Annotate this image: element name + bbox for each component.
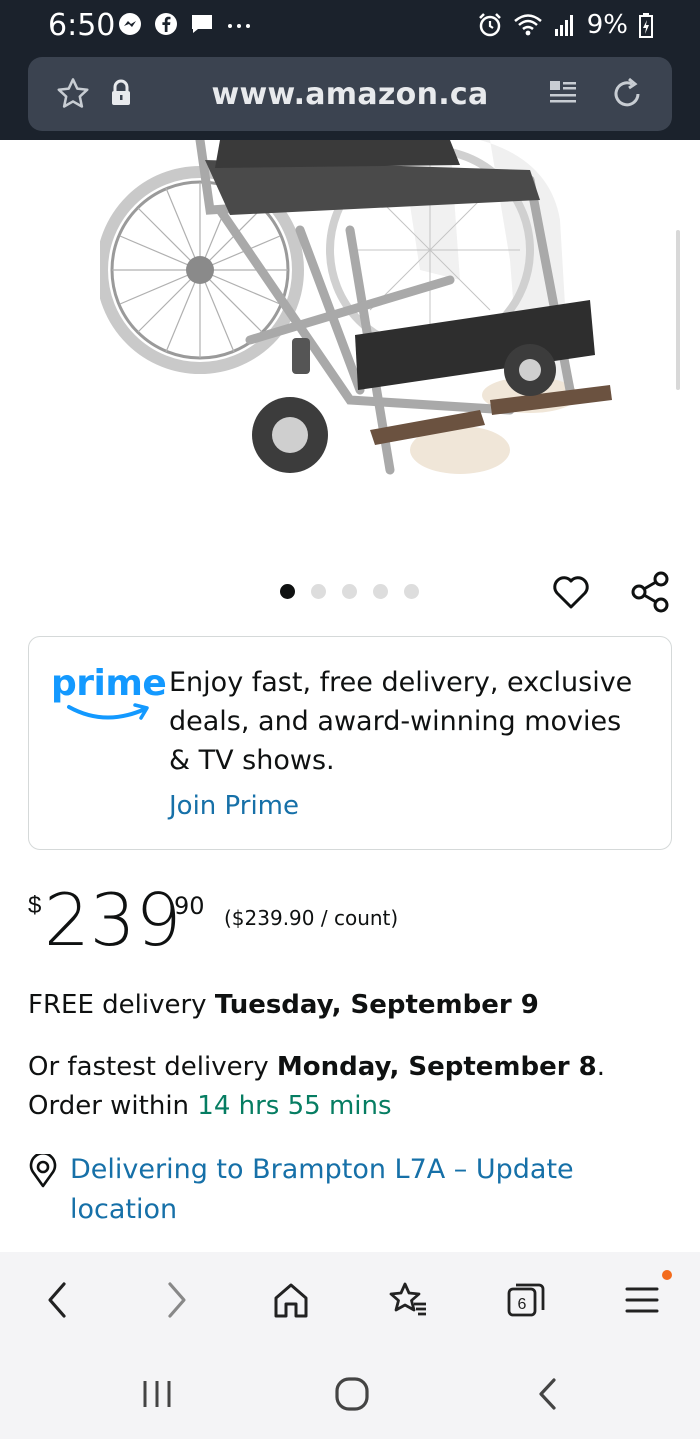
price-currency: $ bbox=[28, 892, 42, 919]
reader-mode-icon[interactable] bbox=[548, 77, 578, 109]
share-icon[interactable] bbox=[628, 570, 672, 614]
status-time: 6:50 bbox=[48, 8, 116, 43]
free-delivery-date: Tuesday, September 9 bbox=[214, 990, 539, 1020]
price-fraction: 90 bbox=[174, 892, 205, 920]
product-image-wheelchair[interactable] bbox=[100, 140, 640, 540]
alarm-icon bbox=[478, 13, 501, 37]
page-scrollbar[interactable] bbox=[676, 230, 680, 390]
status-bar: 6:50 9% bbox=[0, 0, 700, 50]
notification-icons bbox=[118, 12, 252, 36]
wifi-icon bbox=[513, 14, 542, 36]
fastest-delivery-date: Monday, September 8 bbox=[276, 1052, 597, 1082]
carousel-dot-3[interactable] bbox=[342, 584, 357, 599]
fastest-delivery-info: Or fastest delivery Monday, September 8.… bbox=[28, 1052, 605, 1121]
free-delivery-info: FREE delivery Tuesday, September 9 bbox=[28, 990, 539, 1020]
home-icon[interactable] bbox=[272, 1280, 310, 1320]
svg-text:6: 6 bbox=[518, 1296, 527, 1313]
browser-url-area: www.amazon.ca bbox=[0, 50, 700, 140]
home-button-icon[interactable] bbox=[334, 1376, 370, 1412]
browser-toolbar: 6 bbox=[0, 1252, 700, 1348]
prime-smile-icon bbox=[67, 703, 149, 720]
location-pin-icon bbox=[29, 1154, 57, 1188]
prime-promo-card: prime Enjoy fast, free delivery, exclusi… bbox=[28, 636, 672, 850]
system-navigation-bar bbox=[0, 1348, 700, 1439]
price-whole: 239 bbox=[44, 878, 182, 962]
join-prime-link[interactable]: Join Prime bbox=[169, 791, 299, 821]
menu-icon[interactable] bbox=[624, 1280, 660, 1320]
carousel-dot-1[interactable] bbox=[280, 584, 295, 599]
order-countdown: 14 hrs 55 mins bbox=[197, 1091, 392, 1121]
carousel-dot-2[interactable] bbox=[311, 584, 326, 599]
reload-icon[interactable] bbox=[608, 75, 646, 113]
messenger-icon bbox=[119, 13, 141, 35]
forward-icon[interactable] bbox=[162, 1280, 192, 1320]
more-dots-icon bbox=[228, 24, 250, 28]
battery-icon bbox=[639, 13, 653, 38]
signal-icon bbox=[554, 15, 573, 36]
recent-apps-icon[interactable] bbox=[140, 1378, 174, 1410]
system-icons: 9% bbox=[477, 10, 654, 40]
tabs-button[interactable]: 6 bbox=[506, 1280, 546, 1325]
carousel-dot-4[interactable] bbox=[373, 584, 388, 599]
back-icon[interactable] bbox=[42, 1280, 72, 1320]
prime-logo: prime bbox=[51, 663, 167, 720]
update-location-link[interactable]: Delivering to Brampton L7A – Update loca… bbox=[70, 1150, 630, 1230]
battery-percent: 9% bbox=[586, 10, 628, 40]
bookmarks-icon[interactable] bbox=[388, 1280, 428, 1320]
carousel-dot-5[interactable] bbox=[404, 584, 419, 599]
wishlist-heart-icon[interactable] bbox=[551, 572, 591, 612]
facebook-icon bbox=[155, 13, 177, 35]
unit-price: ($239.90 / count) bbox=[224, 906, 399, 930]
menu-notification-badge bbox=[662, 1270, 672, 1280]
image-carousel-dots[interactable] bbox=[280, 584, 419, 599]
tabs-icon: 6 bbox=[507, 1283, 545, 1317]
prime-description: Enjoy fast, free delivery, exclusive dea… bbox=[169, 667, 633, 776]
chat-icon bbox=[192, 15, 212, 33]
address-bar[interactable]: www.amazon.ca bbox=[28, 57, 672, 131]
system-back-icon[interactable] bbox=[534, 1376, 562, 1412]
